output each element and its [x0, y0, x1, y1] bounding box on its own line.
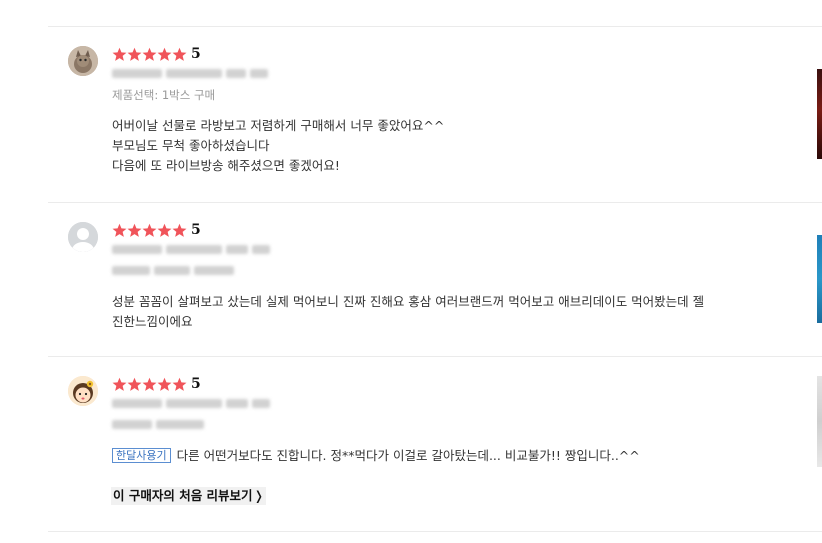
divider: [48, 531, 822, 532]
product-option: 제품선택: 1박스 구매: [112, 88, 216, 102]
star-icon: [127, 223, 142, 237]
review-text-line: 한달사용기 다른 어떤거보다도 진합니다. 정**먹다가 이걸로 갈아탔는데...…: [112, 446, 762, 466]
review-text-line: 성분 꼼꼼이 살펴보고 샀는데 실제 먹어보니 진짜 진해요 홍삼 여러브랜드꺼…: [112, 294, 705, 309]
review-text-line: 어버이날 선물로 라방보고 저렴하게 구매해서 너무 좋았어요^^: [112, 118, 445, 133]
review-item: 5 성분 꼼꼼이 살펴보고 샀는데 실제 먹어보니 진짜 진해요 홍삼 여러브랜…: [48, 203, 822, 356]
star-rating: [112, 223, 187, 238]
star-icon: [142, 223, 157, 237]
reviewer-info-blurred: [112, 67, 272, 79]
review-content: 성분 꼼꼼이 살펴보고 샀는데 실제 먹어보니 진짜 진해요 홍삼 여러브랜드꺼…: [112, 292, 762, 332]
star-icon: [112, 223, 127, 237]
avatar: [68, 46, 98, 76]
chevron-right-icon: ❭: [253, 488, 265, 503]
reviewer-info-blurred: [112, 397, 274, 409]
star-icon: [172, 377, 187, 391]
review-photo-thumbnail[interactable]: [817, 69, 822, 159]
product-option-blurred: [112, 418, 208, 430]
rating-score: 5: [191, 222, 201, 238]
review-text-line: 다음에 또 라이브방송 해주셨으면 좋겠어요!: [112, 158, 340, 173]
product-option-blurred: [112, 264, 238, 276]
star-icon: [142, 377, 157, 391]
star-rating: [112, 47, 187, 62]
review-list: 5 제품선택: 1박스 구매 어버이날 선물로 라방보고 저렴하게 구매해서 너…: [0, 0, 822, 543]
star-rating: [112, 377, 187, 392]
rating-score: 5: [191, 376, 201, 392]
star-icon: [157, 223, 172, 237]
star-icon: [172, 47, 187, 61]
rating: 5: [112, 45, 201, 63]
reviewer-info-blurred: [112, 243, 274, 255]
star-icon: [112, 377, 127, 391]
star-icon: [142, 47, 157, 61]
review-content: 어버이날 선물로 라방보고 저렴하게 구매해서 너무 좋았어요^^ 부모님도 무…: [112, 116, 762, 176]
rating: 5: [112, 221, 201, 239]
review-photo-thumbnail[interactable]: [817, 235, 822, 323]
review-text-line: 부모님도 무척 좋아하셨습니다: [112, 138, 270, 153]
star-icon: [172, 223, 187, 237]
review-item: 5 제품선택: 1박스 구매 어버이날 선물로 라방보고 저렴하게 구매해서 너…: [48, 27, 822, 202]
star-icon: [157, 377, 172, 391]
star-icon: [157, 47, 172, 61]
first-review-link-label: 이 구매자의 처음 리뷰보기: [113, 488, 253, 503]
rating: 5: [112, 375, 201, 393]
star-icon: [112, 47, 127, 61]
rating-score: 5: [191, 46, 201, 62]
usage-badge: 한달사용기: [112, 448, 171, 463]
review-text-line: 진한느낌이에요: [112, 314, 193, 329]
star-icon: [127, 47, 142, 61]
avatar: [68, 376, 98, 406]
review-item: 5 한달사용기 다른 어떤거보다도 진합니다. 정**먹다가 이걸로 갈아탔는데.…: [48, 357, 822, 531]
first-review-link[interactable]: 이 구매자의 처음 리뷰보기❭: [111, 487, 267, 505]
review-content: 한달사용기 다른 어떤거보다도 진합니다. 정**먹다가 이걸로 갈아탔는데...…: [112, 446, 762, 466]
review-text: 다른 어떤거보다도 진합니다. 정**먹다가 이걸로 갈아탔는데... 비교불가…: [176, 448, 640, 463]
review-photo-thumbnail[interactable]: [817, 376, 822, 467]
cartoon-girl-icon: [68, 376, 98, 406]
default-user-icon: [68, 222, 98, 252]
cat-avatar-icon: [68, 46, 98, 76]
avatar: [68, 222, 98, 252]
star-icon: [127, 377, 142, 391]
